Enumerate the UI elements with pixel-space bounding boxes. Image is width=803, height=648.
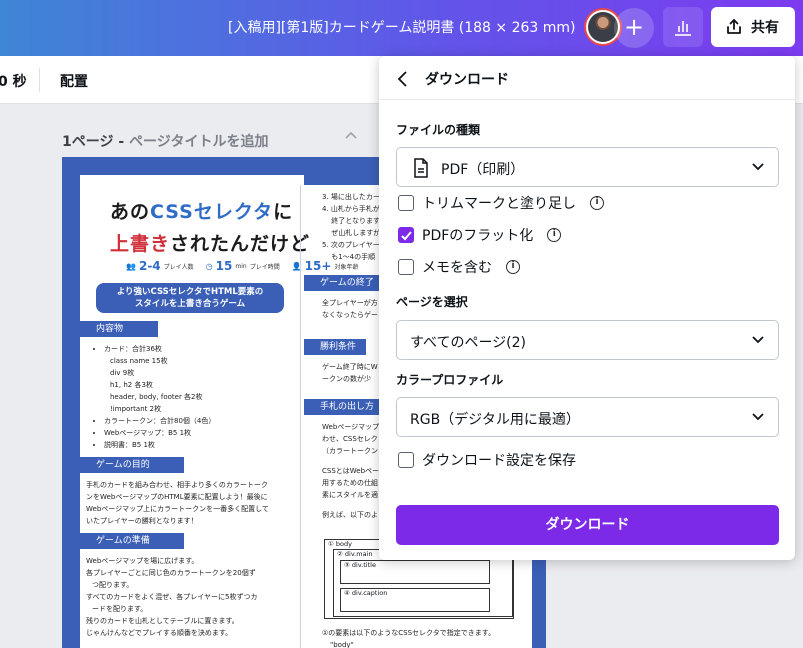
- players-stat: 👥 2-4 プレイ人数: [126, 259, 194, 273]
- section-header-setup: ゲームの準備: [80, 533, 184, 549]
- pages-select[interactable]: すべてのページ(2): [396, 320, 779, 360]
- clock-icon: ◷: [205, 261, 213, 271]
- share-icon: [727, 19, 741, 34]
- info-icon[interactable]: i: [506, 260, 520, 274]
- include-notes-checkbox[interactable]: [398, 259, 414, 275]
- setup-list: Webページマップを場に広げます。 各プレイヤーごとに同じ色のカラートークンを2…: [86, 557, 258, 637]
- section-header-win: 勝利条件: [304, 339, 366, 355]
- file-type-select[interactable]: PDF（印刷）: [396, 147, 779, 187]
- end-text: 全プレイヤーが方 なくなったらゲー: [322, 299, 378, 319]
- game-title-line1: あのCSSセレクタに: [110, 201, 294, 223]
- setup-continued-text: 3. 場に出したカー 4. 山札から手札が 終了となります ぜ山札しますが 5.…: [322, 193, 381, 261]
- people-icon: 👥: [126, 261, 136, 271]
- info-icon[interactable]: i: [590, 196, 604, 210]
- trim-marks-checkbox[interactable]: [398, 195, 414, 211]
- selector-example-text: ①の要素は以下のようなCSSセレクタで指定できます。 "body": [322, 629, 496, 648]
- win-text: ゲーム終了時にW ークンの数が少: [322, 363, 378, 383]
- insights-button[interactable]: [663, 7, 703, 47]
- file-type-label: ファイルの種類: [396, 123, 481, 137]
- pages-value: すべてのページ(2): [410, 335, 527, 351]
- flatten-pdf-checkbox[interactable]: [398, 227, 414, 243]
- download-panel-header: ダウンロード: [379, 56, 795, 100]
- goal-text: 手札のカードを組み合わせ、相手より多くのカラートーク ンをWebページマップのH…: [86, 481, 269, 525]
- arrange-button[interactable]: 配置: [60, 71, 88, 91]
- include-notes-option[interactable]: メモを含む i: [398, 257, 520, 277]
- document-icon: [414, 158, 428, 178]
- time-stat: ◷ 15 min プレイ時間: [205, 259, 280, 273]
- section-header-how: 手札の出し方: [304, 399, 390, 415]
- how-text: Webページマップ わせ、CSSセレク （カラートークン CSSとはWebペー …: [322, 423, 380, 519]
- top-bar: [入稿用][第1版]カードゲーム説明書 (188 × 263 mm) + 共有: [0, 0, 803, 56]
- page-number-label: 1ページ -: [62, 134, 130, 150]
- info-icon[interactable]: i: [547, 228, 562, 242]
- add-collaborator-button[interactable]: +: [614, 8, 654, 48]
- color-profile-value: RGB（デジタル用に最適）: [410, 412, 580, 428]
- download-button[interactable]: ダウンロード: [396, 505, 779, 545]
- flatten-pdf-option[interactable]: PDFのフラット化 i: [398, 225, 562, 245]
- color-profile-label: カラープロファイル: [396, 373, 504, 387]
- download-panel: ダウンロード ファイルの種類 PDF（印刷） トリムマークと塗り足し i PDF…: [379, 56, 795, 560]
- pages-label: ページを選択: [396, 295, 468, 309]
- document-title[interactable]: [入稿用][第1版]カードゲーム説明書 (188 × 263 mm): [228, 17, 576, 37]
- page-title-input[interactable]: ページタイトルを追加: [129, 134, 268, 150]
- column-divider: [300, 185, 301, 648]
- chevron-down-icon: [752, 413, 764, 421]
- save-settings-checkbox[interactable]: [398, 452, 414, 468]
- animation-time-button[interactable]: 0 秒: [0, 71, 27, 91]
- save-settings-option[interactable]: ダウンロード設定を保存: [398, 450, 576, 470]
- trim-marks-option[interactable]: トリムマークと塗り足し i: [398, 193, 604, 213]
- chevron-down-icon: [752, 336, 764, 344]
- tagline-banner: より強いCSSセレクタでHTML要素の スタイルを上書き合うゲーム: [96, 283, 284, 313]
- section-header-goal: ゲームの目的: [80, 457, 184, 473]
- file-type-value: PDF（印刷）: [441, 162, 525, 178]
- share-button[interactable]: 共有: [711, 7, 795, 47]
- chevron-up-icon[interactable]: [343, 128, 359, 144]
- bar-chart-icon: [675, 21, 691, 36]
- contents-list: カード：合計36枚 class name 15枚 div 9枚 h1, h2 各…: [90, 343, 290, 451]
- tree-title: ③ div.title: [340, 560, 490, 584]
- color-profile-select[interactable]: RGB（デジタル用に最適）: [396, 397, 779, 437]
- section-header-contents: 内容物: [80, 321, 158, 337]
- game-title-line2: 上書きされたんだけど: [110, 233, 311, 255]
- chevron-down-icon: [752, 163, 764, 171]
- share-label: 共有: [751, 20, 779, 36]
- tree-caption: ④ div.caption: [340, 588, 490, 612]
- toolbar-divider: [39, 68, 40, 92]
- download-panel-title: ダウンロード: [425, 72, 509, 88]
- page-header: 1ページ - ページタイトルを追加: [62, 131, 268, 151]
- checkmark-icon: [400, 230, 412, 240]
- back-arrow-icon[interactable]: [396, 71, 410, 87]
